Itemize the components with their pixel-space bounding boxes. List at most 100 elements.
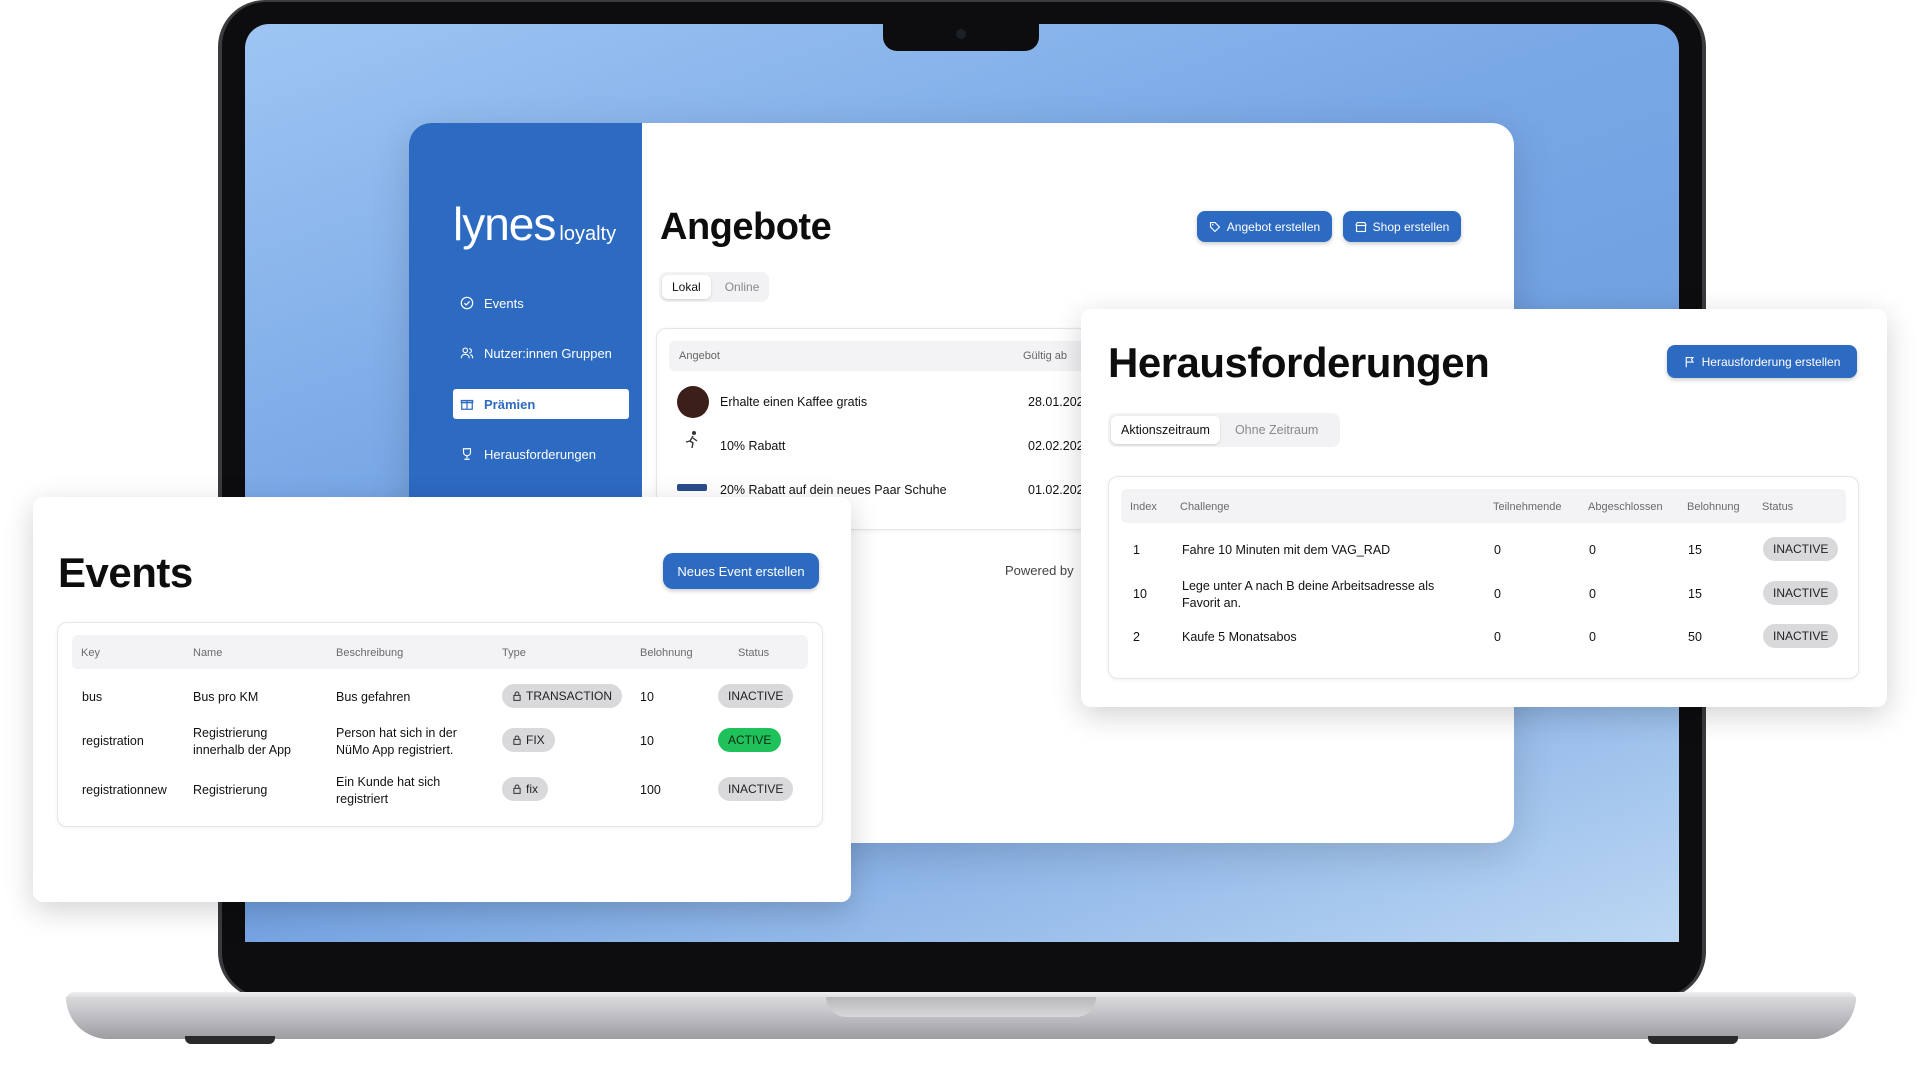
status-badge: ACTIVE — [718, 728, 782, 752]
brand-name: lynes — [453, 198, 556, 250]
challenge-reward: 15 — [1688, 587, 1702, 601]
challenge-participants: 0 — [1494, 543, 1501, 557]
challenges-title: Herausforderungen — [1108, 339, 1490, 386]
event-key: bus — [82, 690, 103, 704]
offer-name[interactable]: 10% Rabatt — [720, 439, 785, 453]
type-label: TRANSACTION — [526, 689, 613, 703]
type-label: FIX — [526, 733, 545, 747]
events-panel: Events Neues Event erstellen Key Name Be… — [33, 497, 851, 902]
powered-by-text: Powered by — [1005, 563, 1074, 578]
type-badge: TRANSACTION — [502, 684, 623, 708]
event-name: Bus pro KM — [193, 690, 259, 704]
status-badge: INACTIVE — [1763, 624, 1839, 648]
challenge-index: 2 — [1133, 630, 1140, 644]
laptop-foot-left — [185, 1036, 275, 1044]
event-name: Registrierung — [193, 783, 268, 797]
laptop-base-notch — [826, 997, 1096, 1017]
event-description: Ein Kunde hat sich registriert — [336, 775, 441, 806]
offer-name[interactable]: Erhalte einen Kaffee gratis — [720, 395, 867, 409]
challenge-completed: 0 — [1589, 587, 1596, 601]
status-badge: INACTIVE — [718, 684, 794, 708]
column-header: Angebot — [679, 350, 720, 362]
store-icon — [1354, 221, 1367, 232]
column-header: Challenge — [1180, 501, 1230, 513]
offer-name[interactable]: 20% Rabatt auf dein neues Paar Schuhe — [720, 483, 947, 497]
event-key: registration — [82, 734, 144, 748]
type-badge: FIX — [502, 728, 555, 752]
sidebar-item-praemien[interactable]: Prämien — [453, 389, 629, 419]
event-description: Bus gefahren — [336, 690, 411, 704]
column-header: Index — [1130, 501, 1157, 513]
column-header: Abgeschlossen — [1588, 501, 1663, 513]
column-header: Beschreibung — [336, 647, 404, 659]
column-header: Belohnung — [640, 647, 693, 659]
event-description: Person hat sich in der NüMo App registri… — [336, 726, 457, 757]
shop-erstellen-button[interactable]: Shop erstellen — [1343, 211, 1461, 242]
challenge-name[interactable]: Fahre 10 Minuten mit dem VAG_RAD — [1182, 543, 1390, 557]
events-title: Events — [58, 549, 193, 596]
button-label: Shop erstellen — [1372, 219, 1450, 234]
trophy-icon — [462, 448, 472, 460]
lock-icon — [513, 784, 521, 794]
angebot-erstellen-button[interactable]: Angebot erstellen — [1197, 211, 1332, 242]
challenge-completed: 0 — [1589, 630, 1596, 644]
sidebar-item-gruppen[interactable]: Nutzer:innen Gruppen — [453, 338, 629, 368]
flag-icon — [1685, 356, 1694, 367]
sidebar-item-herausforderungen[interactable]: Herausforderungen — [453, 439, 629, 469]
button-label: Herausforderung erstellen — [1701, 354, 1841, 369]
tab-ohne-zeitraum[interactable]: Ohne Zeitraum — [1220, 416, 1333, 444]
event-reward: 10 — [640, 690, 654, 704]
table-header: Key Name Beschreibung Type Belohnung Sta… — [72, 635, 808, 669]
event-name: Registrierung innerhalb der App — [193, 726, 291, 757]
tag-icon — [1209, 221, 1221, 232]
period-tabs: Aktionszeitraum Ohne Zeitraum — [1108, 413, 1340, 447]
event-reward: 100 — [640, 783, 661, 797]
challenge-name[interactable]: Kaufe 5 Monatsabos — [1182, 630, 1297, 644]
brand-sub: loyalty — [559, 223, 617, 245]
button-label: Neues Event erstellen — [677, 563, 805, 579]
status-badge: INACTIVE — [718, 777, 794, 801]
events-table-card: Key Name Beschreibung Type Belohnung Sta… — [57, 622, 823, 827]
tab-aktionszeitraum[interactable]: Aktionszeitraum — [1111, 416, 1220, 444]
users-icon — [460, 347, 474, 359]
challenge-completed: 0 — [1589, 543, 1596, 557]
coffee-shop-logo-icon — [677, 386, 709, 418]
sidebar-item-label: Nutzer:innen Gruppen — [484, 345, 612, 361]
challenge-reward: 15 — [1688, 543, 1702, 557]
challenge-reward: 50 — [1688, 630, 1702, 644]
challenge-participants: 0 — [1494, 630, 1501, 644]
event-reward: 10 — [640, 734, 654, 748]
column-header: Teilnehmende — [1493, 501, 1562, 513]
camera-icon — [956, 29, 966, 39]
table-header: Index Challenge Teilnehmende Abgeschloss… — [1121, 489, 1846, 523]
challenges-table-card: Index Challenge Teilnehmende Abgeschloss… — [1108, 476, 1859, 679]
column-header: Name — [193, 647, 223, 659]
lock-icon — [513, 691, 521, 701]
runner-logo-icon — [685, 431, 698, 449]
tab-lokal[interactable]: Lokal — [662, 275, 711, 299]
column-header: Gültig ab — [1023, 350, 1068, 362]
laptop-foot-right — [1648, 1036, 1738, 1044]
tab-online[interactable]: Online — [711, 275, 774, 299]
status-badge: INACTIVE — [1763, 537, 1839, 561]
lock-icon — [513, 735, 521, 745]
column-header: Key — [81, 647, 100, 659]
new-challenge-button[interactable]: Herausforderung erstellen — [1667, 345, 1857, 378]
column-header: Status — [738, 647, 770, 659]
event-key: registrationnew — [82, 783, 167, 797]
challenge-index: 10 — [1133, 587, 1147, 601]
button-label: Angebot erstellen — [1226, 219, 1321, 234]
column-header: Belohnung — [1687, 501, 1740, 513]
sidebar-item-events[interactable]: Events — [453, 288, 629, 318]
column-header: Type — [502, 647, 526, 659]
challenge-participants: 0 — [1494, 587, 1501, 601]
new-event-button[interactable]: Neues Event erstellen — [663, 553, 819, 589]
challenge-name[interactable]: Lege unter A nach B deine Arbeitsadresse… — [1182, 578, 1472, 612]
status-badge: INACTIVE — [1763, 581, 1839, 605]
sidebar-item-label: Events — [484, 295, 524, 311]
challenge-index: 1 — [1133, 543, 1140, 557]
check-circle-icon — [460, 296, 474, 310]
brand-logo: lynes loyalty — [453, 197, 616, 251]
gift-icon — [460, 399, 474, 410]
page-title: Angebote — [660, 206, 832, 248]
